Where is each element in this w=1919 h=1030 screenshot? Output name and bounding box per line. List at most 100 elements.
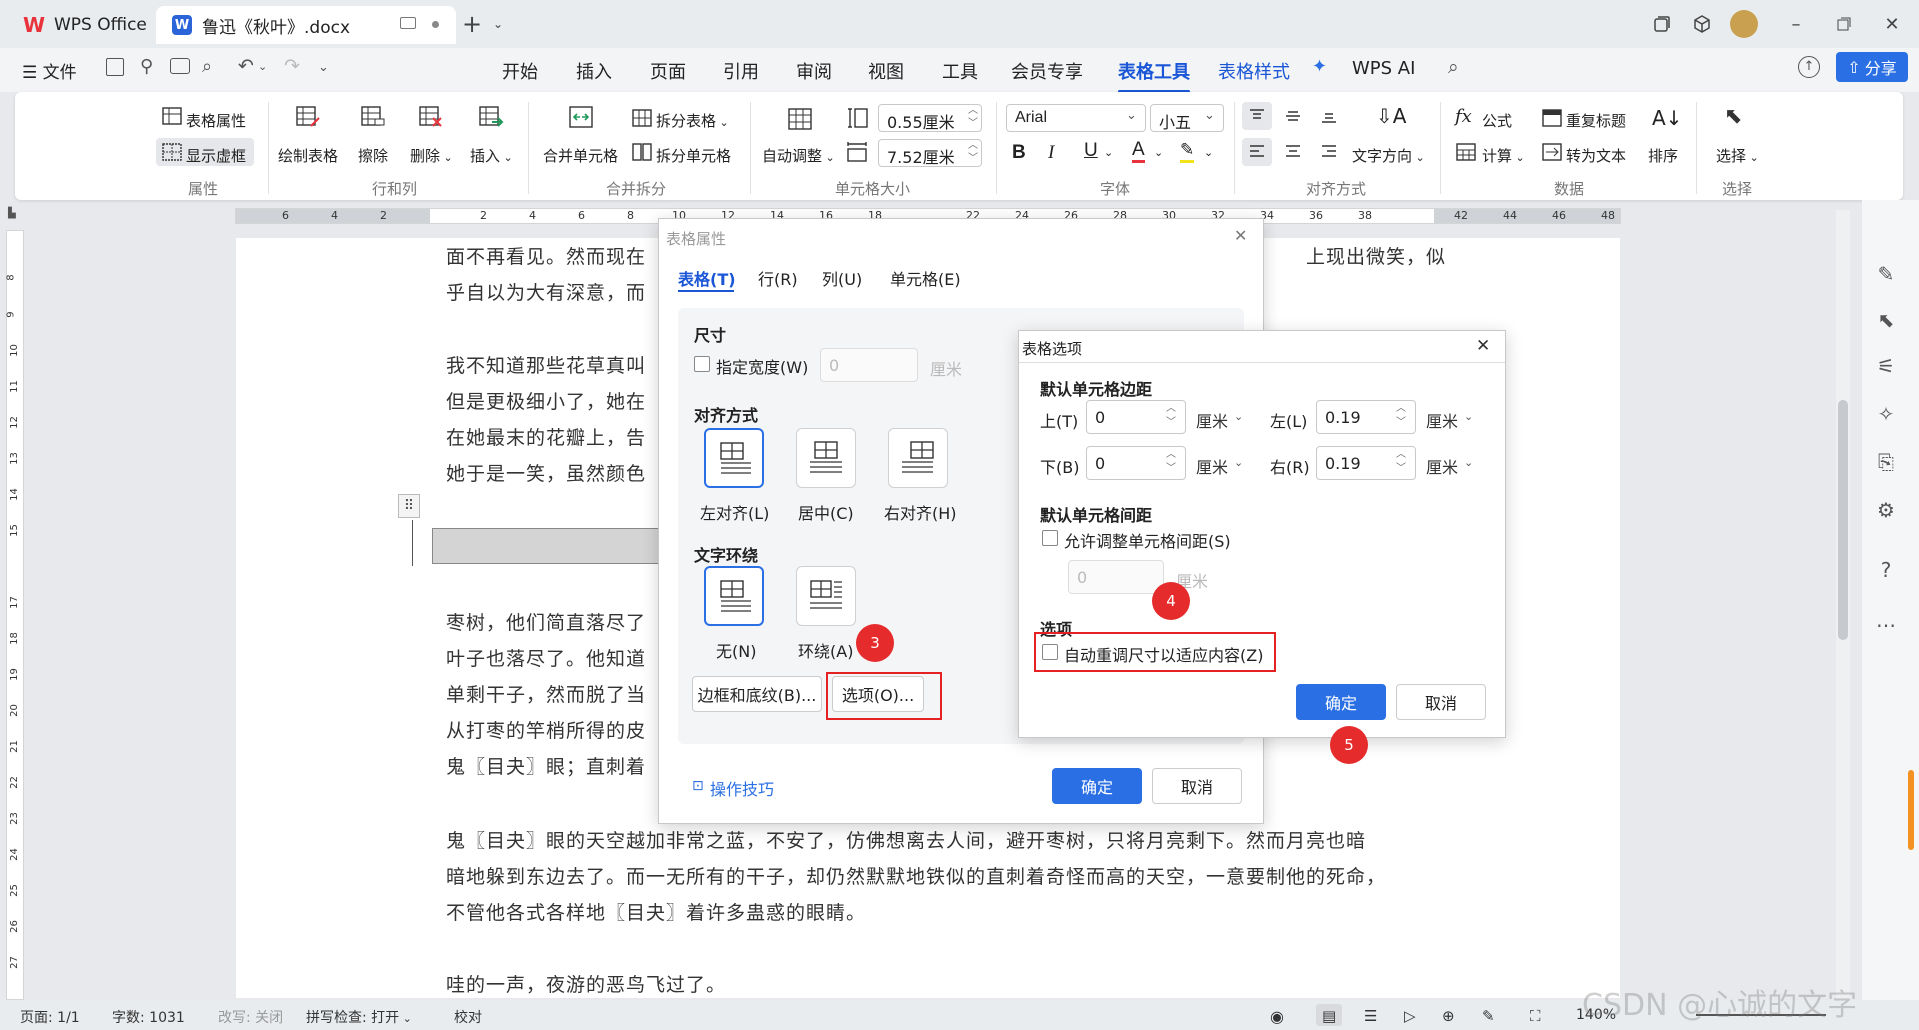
align-center-icon[interactable]: [1284, 144, 1302, 160]
menu-wps-ai[interactable]: WPS AI: [1352, 58, 1415, 79]
pointer-icon[interactable]: ⬉: [1872, 306, 1900, 334]
borders-shading-button[interactable]: 边框和底纹(B)...: [692, 676, 822, 712]
bold-icon[interactable]: B: [1012, 142, 1026, 164]
delete-button[interactable]: 删除 ⌄: [410, 145, 453, 166]
magic-icon[interactable]: ✧: [1872, 400, 1900, 428]
tips-link[interactable]: 操作技巧: [710, 776, 774, 800]
page-count[interactable]: 页面: 1/1: [20, 1007, 80, 1027]
upload-cloud-icon[interactable]: ↑: [1798, 56, 1820, 78]
file-menu[interactable]: ☰ 文件: [22, 58, 77, 83]
proofread-button[interactable]: 校对: [454, 1007, 482, 1027]
align-center-option[interactable]: [796, 428, 856, 488]
redo-icon[interactable]: ↷: [284, 55, 300, 77]
align-right-icon[interactable]: [1320, 144, 1338, 160]
bottom-margin-unit-select[interactable]: 厘米: [1196, 454, 1228, 478]
write-view-icon[interactable]: ✎: [1482, 1007, 1495, 1025]
outline-view-icon[interactable]: ☰: [1364, 1007, 1377, 1025]
left-margin-spinner-icon[interactable]: ︿ ﹀: [1396, 402, 1406, 430]
highlight-chevron-icon[interactable]: ⌄: [1204, 146, 1213, 159]
underline-icon[interactable]: U: [1084, 140, 1098, 162]
menu-table-style[interactable]: 表格样式: [1218, 58, 1290, 84]
calc-button[interactable]: 计算 ⌄: [1482, 145, 1525, 166]
unit-chevron-icon[interactable]: ⌄: [1234, 456, 1243, 469]
play-icon[interactable]: ▷: [1404, 1007, 1416, 1025]
bottom-margin-spinner-icon[interactable]: ︿ ﹀: [1166, 448, 1176, 476]
maximize-icon[interactable]: [1832, 12, 1856, 36]
share-button[interactable]: ⇧ 分享: [1836, 52, 1908, 82]
specify-width-checkbox[interactable]: [694, 356, 710, 372]
menu-member[interactable]: 会员专享: [1011, 58, 1083, 84]
spacing-input[interactable]: 0: [1068, 560, 1164, 594]
font-name-select[interactable]: Arial: [1006, 104, 1146, 132]
italic-icon[interactable]: I: [1048, 142, 1054, 164]
align-right-option[interactable]: [888, 428, 948, 488]
spell-check-status[interactable]: 拼写检查: 打开 ⌄: [306, 1007, 412, 1027]
tab-list-chevron-icon[interactable]: ⌄: [486, 12, 510, 36]
menu-home[interactable]: 开始: [502, 58, 538, 84]
sliders-icon[interactable]: ⚟: [1872, 352, 1900, 380]
top-margin-spinner-icon[interactable]: ︿ ﹀: [1166, 402, 1176, 430]
web-view-icon[interactable]: ⊕: [1442, 1007, 1455, 1025]
window-restore-icon[interactable]: [1650, 12, 1674, 36]
save-icon[interactable]: [106, 58, 124, 76]
align-bottom-icon[interactable]: [1320, 108, 1338, 124]
width-input[interactable]: 0: [820, 348, 918, 382]
formula-button[interactable]: 公式: [1482, 110, 1512, 131]
font-color-icon[interactable]: A: [1132, 140, 1145, 163]
tab-wps-office[interactable]: W WPS Office: [8, 6, 148, 44]
unit-chevron-icon[interactable]: ⌄: [1234, 410, 1243, 423]
dialog2-ok-button[interactable]: 确定: [1296, 684, 1386, 720]
table-cell[interactable]: [432, 528, 662, 564]
more-icon[interactable]: …: [1872, 606, 1900, 634]
search-icon[interactable]: ⌕: [1448, 56, 1459, 78]
scrollbar-thumb[interactable]: [1838, 400, 1848, 640]
overwrite-mode[interactable]: 改写: 关闭: [218, 1007, 283, 1027]
avatar[interactable]: [1730, 10, 1758, 38]
auto-fit-button[interactable]: 自动调整 ⌄: [762, 145, 835, 166]
wrap-around-option[interactable]: [796, 566, 856, 626]
tips-icon[interactable]: ⊡: [692, 778, 704, 794]
quick-access-chevron-icon[interactable]: ⌄: [318, 60, 329, 75]
menu-view[interactable]: 视图: [868, 58, 904, 84]
sort-button[interactable]: 排序: [1648, 145, 1678, 166]
split-table-button[interactable]: 拆分表格 ⌄: [656, 110, 729, 131]
draw-table-button[interactable]: 绘制表格: [278, 145, 338, 166]
menu-review[interactable]: 审阅: [796, 58, 832, 84]
dialog-tab-col[interactable]: 列(U): [822, 266, 862, 290]
allow-spacing-checkbox[interactable]: [1042, 530, 1058, 546]
translate-icon[interactable]: ⎘: [1872, 448, 1900, 476]
minimize-icon[interactable]: –: [1784, 12, 1808, 36]
link-icon[interactable]: ⚲: [140, 56, 153, 77]
undo-icon[interactable]: ↶: [238, 55, 254, 77]
align-middle-icon[interactable]: [1284, 108, 1302, 124]
print-preview-icon[interactable]: ⌕: [202, 56, 212, 77]
monitor-icon[interactable]: [400, 17, 416, 29]
menu-table-tools[interactable]: 表格工具: [1118, 58, 1190, 93]
highlight-icon[interactable]: ✎: [1180, 140, 1195, 163]
fit-page-icon[interactable]: ⛶: [1530, 1007, 1541, 1025]
insert-button[interactable]: 插入 ⌄: [470, 145, 513, 166]
options-close-icon[interactable]: ✕: [1476, 336, 1490, 356]
menu-references[interactable]: 引用: [723, 58, 759, 84]
row-height-spinner-icon[interactable]: ︿ ﹀: [968, 104, 978, 130]
repeat-header-button[interactable]: 重复标题: [1566, 110, 1626, 131]
undo-chevron-icon[interactable]: ⌄: [258, 60, 267, 73]
unit-chevron-icon[interactable]: ⌄: [1464, 410, 1473, 423]
left-margin-unit-select[interactable]: 厘米: [1426, 408, 1458, 432]
font-size-chevron-icon[interactable]: ⌄: [1204, 108, 1215, 123]
select-button[interactable]: 选择 ⌄: [1716, 145, 1759, 166]
to-text-button[interactable]: 转为文本: [1566, 145, 1626, 166]
new-tab-icon[interactable]: +: [460, 10, 484, 38]
col-width-spinner-icon[interactable]: ︿ ﹀: [968, 139, 978, 165]
font-color-chevron-icon[interactable]: ⌄: [1154, 146, 1163, 159]
wrap-none-option[interactable]: [704, 566, 764, 626]
help-icon[interactable]: ?: [1872, 556, 1900, 584]
unit-chevron-icon[interactable]: ⌄: [1464, 456, 1473, 469]
underline-chevron-icon[interactable]: ⌄: [1104, 146, 1113, 159]
dialog1-cancel-button[interactable]: 取消: [1152, 768, 1242, 804]
top-margin-unit-select[interactable]: 厘米: [1196, 408, 1228, 432]
dialog-tab-table[interactable]: 表格(T): [678, 266, 736, 290]
dialog-tab-row[interactable]: 行(R): [758, 266, 798, 290]
merge-cells-button[interactable]: 合并单元格: [543, 145, 618, 166]
right-margin-spinner-icon[interactable]: ︿ ﹀: [1396, 448, 1406, 476]
